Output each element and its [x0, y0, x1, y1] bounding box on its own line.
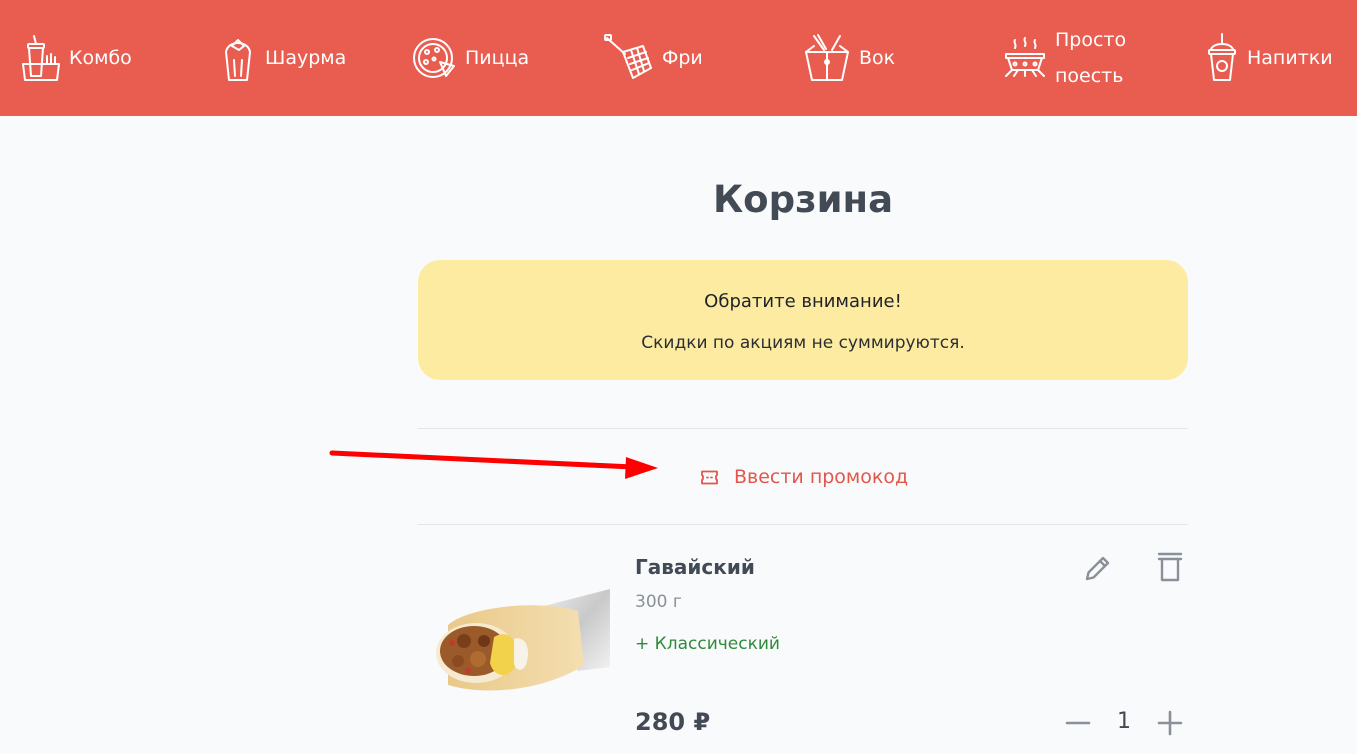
item-addon: + Классический	[635, 634, 780, 654]
decrease-quantity-icon[interactable]	[1064, 709, 1092, 737]
page-title: Корзина	[712, 178, 894, 221]
notice-text: Скидки по акциям не суммируются.	[641, 333, 965, 353]
item-name: Гавайский	[635, 555, 755, 579]
increase-quantity-icon[interactable]	[1156, 709, 1184, 737]
nav-label: Просто поесть	[1055, 29, 1127, 87]
combo-drink-icon	[22, 35, 60, 81]
nav-item-wok[interactable]: Вок	[802, 0, 895, 116]
nav-label: Фри	[662, 47, 703, 69]
annotation-arrow	[329, 450, 658, 479]
nav-item-combo[interactable]: Комбо	[20, 0, 132, 116]
nav-item-pizza[interactable]: Пицца	[410, 0, 529, 116]
divider	[418, 428, 1188, 429]
promo-code-button[interactable]: Ввести промокод	[700, 462, 908, 492]
shawarma-icon	[225, 39, 251, 81]
nav-label: Шаурма	[265, 47, 347, 69]
notice-banner: Обратите внимание! Скидки по акциям не с…	[418, 260, 1188, 380]
pizza-icon	[413, 38, 455, 78]
nav-label: Пицца	[465, 47, 530, 69]
nav-label: Напитки	[1247, 47, 1333, 69]
nav-item-just-eat[interactable]: Просто поесть	[1002, 0, 1145, 116]
shawarma-roll-image	[436, 589, 610, 691]
divider	[418, 524, 1188, 525]
item-weight: 300 г	[635, 592, 682, 612]
quantity-value: 1	[1117, 709, 1131, 734]
edit-pencil-icon[interactable]	[1083, 553, 1113, 583]
nav-label: Комбо	[69, 47, 132, 69]
notice-title: Обратите внимание!	[704, 291, 902, 312]
fries-basket-icon	[604, 34, 652, 79]
delete-trash-icon[interactable]	[1155, 551, 1185, 583]
nav-item-shawarma[interactable]: Шаурма	[218, 0, 346, 116]
ticket-icon	[701, 470, 718, 484]
nav-item-fries[interactable]: Фри	[603, 0, 703, 116]
category-nav: Комбо Шаурма Пицца Фри Вок Просто поесть…	[0, 0, 1357, 116]
promo-code-label: Ввести промокод	[734, 466, 909, 488]
item-price: 280 ₽	[635, 708, 711, 736]
nav-label: Вок	[859, 47, 896, 69]
nav-item-drinks[interactable]: Напитки	[1204, 0, 1333, 116]
hot-dish-icon	[1005, 37, 1045, 77]
drink-cup-icon	[1208, 33, 1236, 81]
wok-box-icon	[805, 34, 849, 81]
